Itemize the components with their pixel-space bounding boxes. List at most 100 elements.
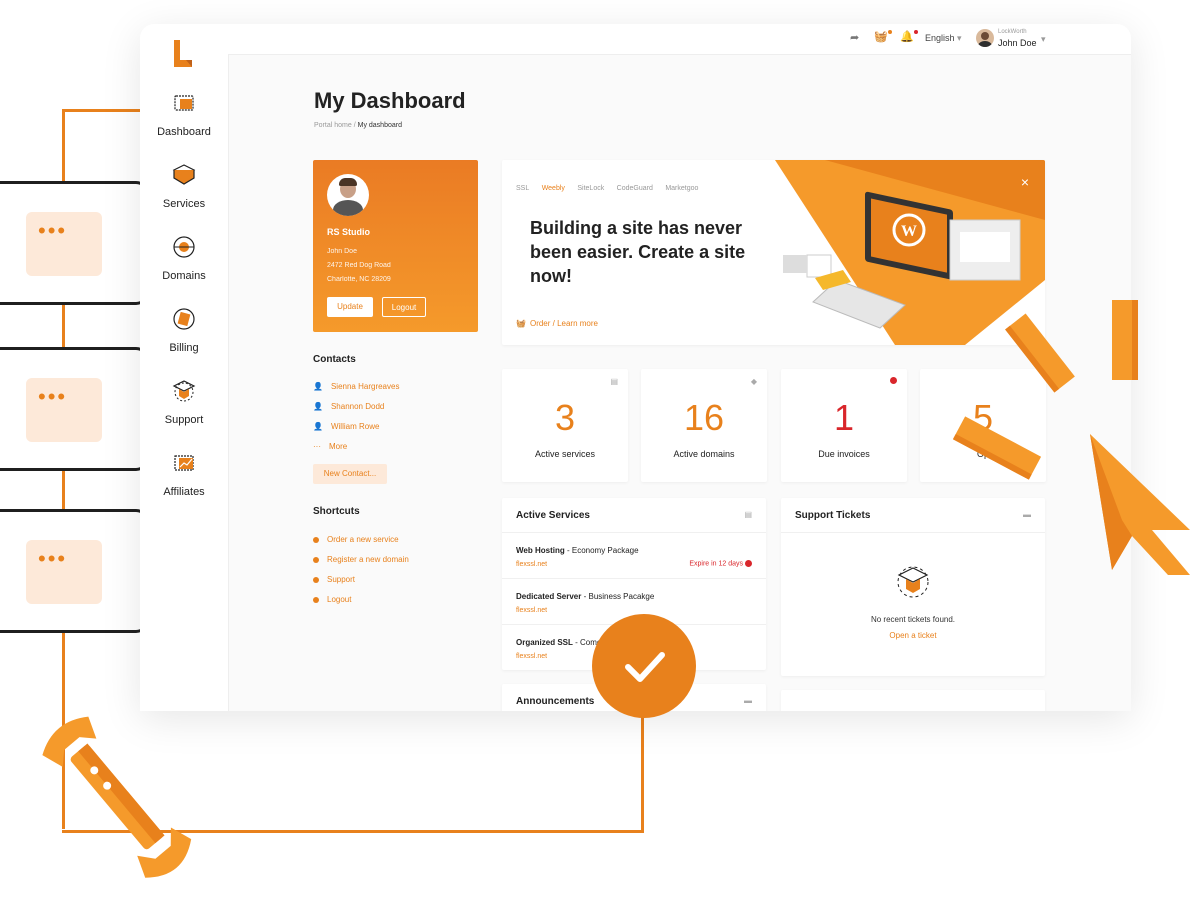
cursor-icon [1090, 434, 1190, 575]
language-select[interactable]: English ▾ [925, 33, 962, 44]
new-contact-button[interactable]: New Contact... [313, 464, 387, 484]
promo-cta[interactable]: 🧺 Order / Learn more [516, 319, 598, 328]
sidebar-item-support[interactable]: Support [140, 378, 228, 428]
dots-icon: ••• [38, 546, 68, 571]
sidebar-item-billing[interactable]: Billing [140, 306, 228, 356]
shortcut-order-service[interactable]: Order a new service [313, 535, 399, 544]
logout-button[interactable]: Logout [382, 297, 426, 317]
sidebar-item-affiliates[interactable]: Affiliates [140, 450, 228, 500]
shortcut-register-domain[interactable]: Register a new domain [313, 555, 409, 564]
contact-item[interactable]: 👤 Shannon Dodd [313, 402, 384, 411]
dashboard-icon [174, 95, 194, 111]
expire-badge: Expire in 12 days [689, 560, 752, 567]
user-company: LockWorth [998, 29, 1027, 35]
card-thumbnail: ••• [26, 378, 102, 442]
promo-headline: Building a site has never been easier. C… [530, 218, 746, 286]
services-icon [172, 164, 196, 185]
folder-icon: ▬ [1023, 510, 1031, 519]
promo-tabs: SSL Weebly SiteLock CodeGuard Marketgoo [516, 177, 706, 195]
stat-value: 1 [833, 397, 855, 438]
tag-icon: ◆ [750, 377, 757, 386]
tab-weebly[interactable]: Weebly [542, 185, 565, 192]
svg-text:W: W [901, 223, 917, 240]
logout-icon [313, 596, 319, 603]
shortcut-support[interactable]: Support [313, 575, 355, 584]
stat-value: 3 [554, 397, 576, 438]
profile-address: 2472 Red Dog Road [327, 262, 391, 269]
check-badge [592, 614, 696, 718]
connector-line [62, 109, 142, 112]
affiliates-icon [174, 455, 194, 471]
sidebar: Dashboard Services Domains Billing Suppo… [140, 24, 229, 711]
promo-banner: W SSL Weebly SiteLock CodeGuard Marketgo… [502, 160, 1045, 345]
avatar[interactable] [976, 29, 994, 47]
globe-icon [173, 236, 195, 258]
support-icon [313, 576, 319, 583]
wrench-icon [42, 716, 192, 878]
tickets-empty-message: No recent tickets found. [870, 615, 956, 624]
panel-title: Announcements [516, 696, 595, 707]
contacts-title: Contacts [313, 354, 356, 365]
profile-name: John Doe [327, 248, 357, 255]
promo-illustration: W [775, 160, 1045, 345]
contacts-more-link[interactable]: ··· More [313, 442, 347, 451]
ellipsis-icon: ··· [313, 442, 321, 451]
profile-avatar [327, 174, 369, 216]
tag-icon [313, 556, 319, 563]
close-icon[interactable]: × [1021, 174, 1029, 190]
dots-icon: ••• [38, 218, 68, 243]
alert-icon [890, 377, 897, 384]
stat-value: 16 [683, 397, 725, 438]
sidebar-item-domains[interactable]: Domains [140, 234, 228, 284]
contact-item[interactable]: 👤 Sienna Hargreaves [313, 382, 399, 391]
chevron-down-icon[interactable]: ▾ [1041, 34, 1046, 45]
stat-label: Active domains [673, 449, 735, 459]
tab-marketgoo[interactable]: Marketgoo [665, 185, 698, 192]
sidebar-item-dashboard[interactable]: Dashboard [140, 90, 228, 140]
panel-title: Active Services [516, 510, 590, 521]
stat-label: Active services [534, 449, 596, 459]
update-button[interactable]: Update [327, 297, 373, 317]
basket-icon [313, 536, 319, 543]
person-icon: 👤 [313, 382, 323, 391]
list-icon: ▤ [610, 377, 618, 386]
floating-card: ••• [0, 181, 150, 305]
breadcrumb-current: My dashboard [357, 122, 402, 129]
billing-icon [173, 308, 195, 330]
breadcrumb: Portal home / My dashboard [314, 122, 402, 129]
floating-card: ••• [0, 509, 150, 633]
service-row[interactable]: Web Hosting - Economy Package flexssl.ne… [502, 532, 766, 579]
open-ticket-link[interactable]: Open a ticket [781, 631, 1045, 640]
floating-card: ••• [0, 347, 150, 471]
support-icon [172, 380, 196, 402]
stat-active-domains[interactable]: ◆ 16 Active domains [641, 369, 767, 482]
stat-active-services[interactable]: ▤ 3 Active services [502, 369, 628, 482]
user-name[interactable]: John Doe [998, 38, 1037, 48]
card-thumbnail: ••• [26, 212, 102, 276]
contact-item[interactable]: 👤 William Rowe [313, 422, 379, 431]
decor-bar [1112, 300, 1138, 380]
cart-icon[interactable]: 🧺 [874, 30, 892, 43]
brand-logo-icon [174, 40, 192, 67]
list-icon: ▤ [744, 510, 752, 519]
bell-icon[interactable]: 🔔 [900, 30, 918, 43]
tab-codeguard[interactable]: CodeGuard [617, 185, 653, 192]
alert-icon [745, 560, 752, 567]
breadcrumb-home[interactable]: Portal home [314, 122, 352, 129]
tab-ssl[interactable]: SSL [516, 185, 529, 192]
stat-due-invoices[interactable]: 1 Due invoices [781, 369, 907, 482]
dashboard-window: Dashboard Services Domains Billing Suppo… [140, 24, 1131, 711]
card-thumbnail: ••• [26, 540, 102, 604]
chevron-down-icon: ▾ [957, 33, 962, 43]
person-icon: 👤 [313, 402, 323, 411]
shortcut-logout[interactable]: Logout [313, 595, 351, 604]
sidebar-item-services[interactable]: Services [140, 162, 228, 212]
profile-company: RS Studio [327, 227, 370, 237]
stat-label: Due invoices [818, 449, 870, 459]
tab-sitelock[interactable]: SiteLock [577, 185, 604, 192]
person-icon: 👤 [313, 422, 323, 431]
panel-title: Support Tickets [795, 510, 871, 521]
share-icon[interactable]: ➦ [850, 31, 859, 44]
profile-city: Charlotte, NC 28209 [327, 276, 391, 283]
empty-panel [781, 690, 1045, 711]
